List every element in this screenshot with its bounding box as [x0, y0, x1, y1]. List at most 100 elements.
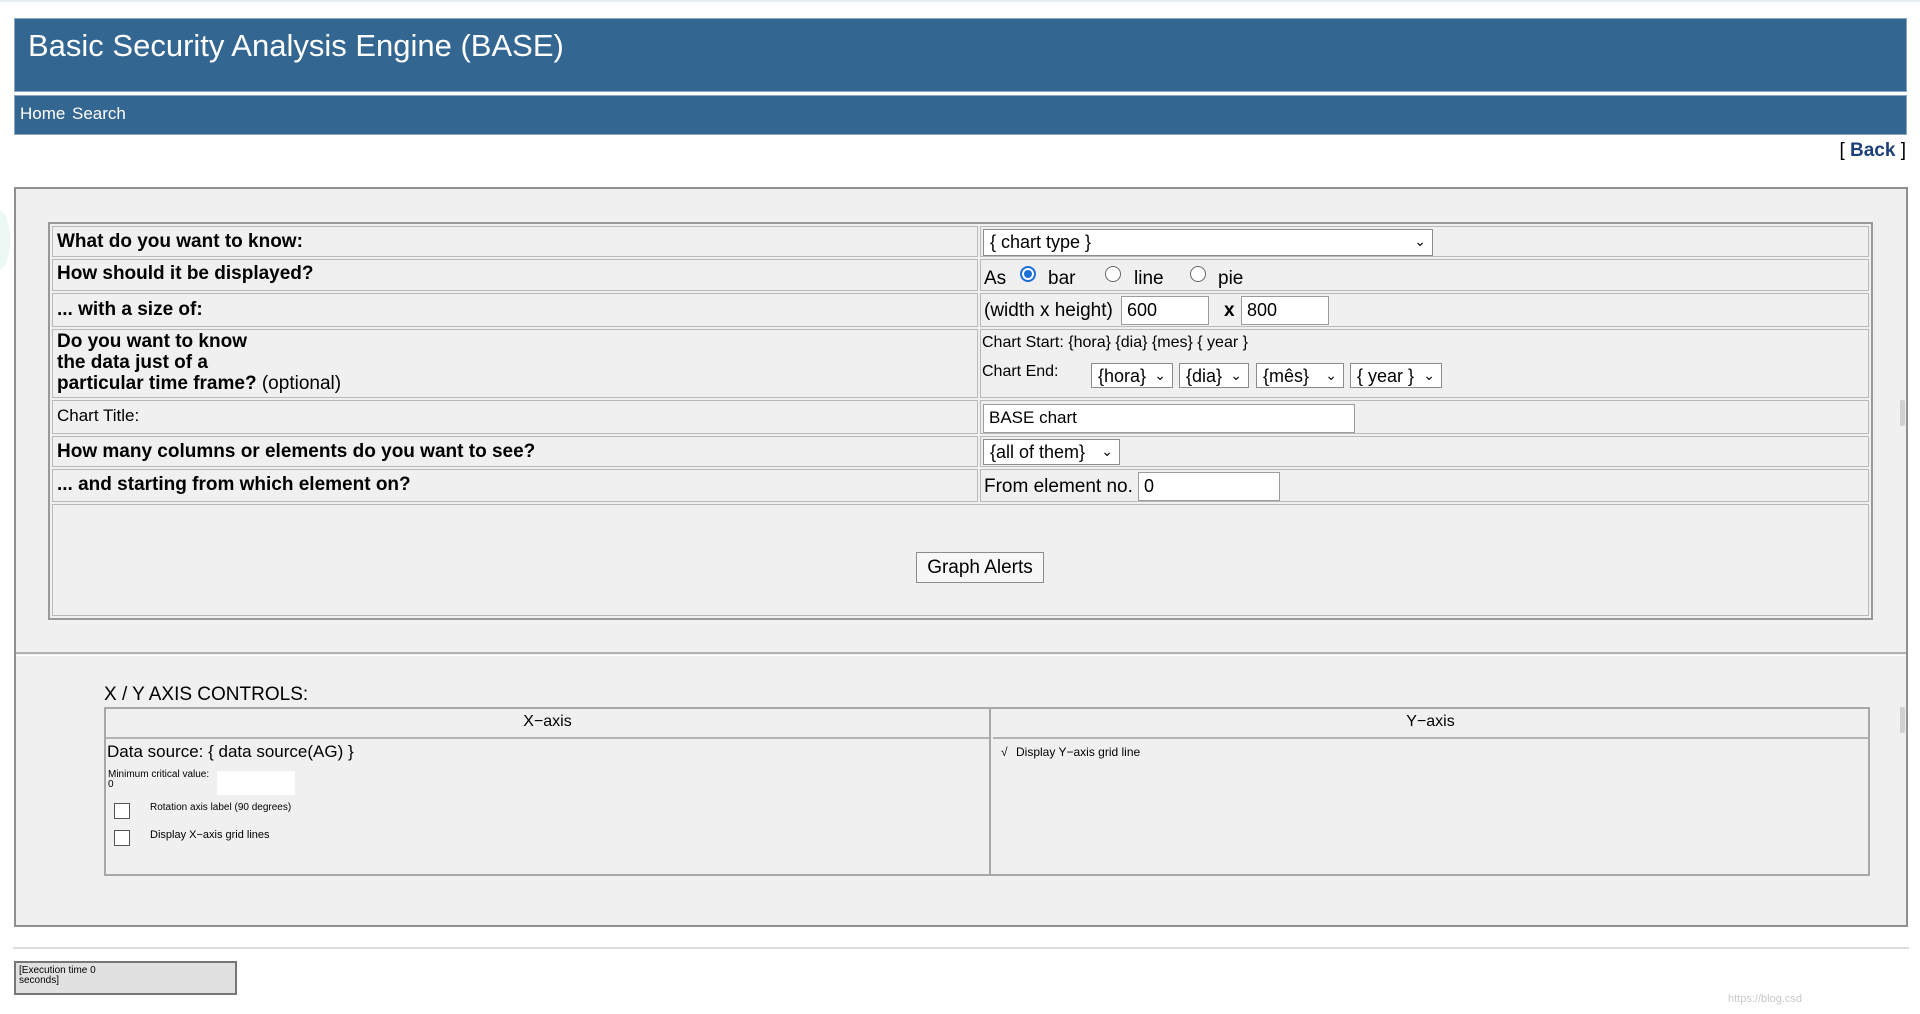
row-size: ... with a size of: (width x height) 600…: [52, 293, 1869, 327]
x-grid-checkbox[interactable]: [114, 830, 130, 846]
chevron-down-icon: ⌄: [1154, 367, 1166, 383]
panel-divider: [16, 652, 1906, 656]
app-title: Basic Security Analysis Engine (BASE): [28, 28, 564, 63]
radio-bar-label: bar: [1048, 268, 1076, 289]
row-value-cell: {all of them} ⌄: [980, 436, 1869, 467]
chart-end-label: Chart End:: [982, 363, 1059, 380]
back-link[interactable]: Back: [1850, 140, 1895, 161]
end-year-select[interactable]: { year } ⌄: [1350, 363, 1442, 388]
radio-line-label: line: [1134, 268, 1164, 289]
end-mes-value: {mês}: [1263, 366, 1310, 386]
row-label-cell: What do you want to know:: [52, 226, 978, 257]
row-chart-title: Chart Title: BASE chart: [52, 400, 1869, 434]
columns-value: {all of them}: [990, 442, 1086, 462]
chevron-down-icon: ⌄: [1414, 233, 1426, 249]
nav-home-link[interactable]: Home: [20, 104, 65, 124]
side-decoration: [0, 210, 10, 270]
row-value-cell: { chart type } ⌄: [980, 226, 1869, 257]
row-start-element: ... and starting from which element on? …: [52, 469, 1869, 502]
q-know-label: What do you want to know:: [57, 231, 303, 252]
min-critical-label: Minimum critical value:: [108, 769, 210, 780]
radio-line[interactable]: [1105, 266, 1121, 282]
chevron-down-icon: ⌄: [1230, 367, 1242, 383]
x-axis-header: X−axis: [106, 709, 989, 739]
back-link-group: [ Back ]: [1839, 140, 1906, 162]
chart-title-label: Chart Title:: [57, 406, 140, 425]
x-axis-column: X−axis Data source: { data source(AG) } …: [106, 709, 991, 874]
q-time-line-2: the data just of a: [57, 352, 208, 373]
end-hora-value: {hora}: [1098, 366, 1147, 386]
chevron-down-icon: ⌄: [1101, 443, 1113, 459]
graph-alerts-button[interactable]: Graph Alerts: [916, 552, 1044, 583]
row-label-cell: Chart Title:: [52, 400, 978, 434]
watermark-text: https://blog.csd: [1728, 993, 1802, 1005]
axis-controls-table: X−axis Data source: { data source(AG) } …: [104, 707, 1870, 876]
chevron-down-icon: ⌄: [1423, 367, 1435, 383]
min-critical-value: 0: [108, 779, 114, 790]
row-label-cell: How many columns or elements do you want…: [52, 436, 978, 467]
chevron-down-icon: ⌄: [1325, 367, 1337, 383]
top-border-line: [0, 0, 1920, 2]
axis-controls-heading: X / Y AXIS CONTROLS:: [104, 684, 309, 705]
row-label-cell: Do you want to know the data just of a p…: [52, 329, 978, 398]
min-critical-input[interactable]: [216, 770, 296, 796]
row-value-cell: As bar line pie: [980, 259, 1869, 291]
rotation-label: Rotation axis label (90 degrees): [150, 802, 292, 813]
data-source-label: Data source: { data source(AG) }: [107, 742, 354, 761]
exec-line-2: seconds]: [19, 975, 60, 986]
row-display: How should it be displayed? As bar line …: [52, 259, 1869, 291]
chart-type-select[interactable]: { chart type } ⌄: [983, 229, 1433, 256]
rotation-checkbox[interactable]: [114, 803, 130, 819]
row-value-cell: From element no. 0: [980, 469, 1869, 502]
optional-note: (optional): [261, 373, 342, 394]
row-label-cell: How should it be displayed?: [52, 259, 978, 291]
row-label-cell: ... with a size of:: [52, 293, 978, 327]
from-element-label: From element no.: [984, 476, 1133, 497]
from-element-input[interactable]: 0: [1138, 472, 1280, 501]
width-input[interactable]: 600: [1121, 296, 1209, 325]
size-label: (width x height): [984, 300, 1113, 321]
row-value-cell: BASE chart: [980, 400, 1869, 434]
execution-time-box: [Execution time 0 seconds]: [14, 961, 237, 995]
y-axis-header: Y−axis: [993, 709, 1868, 739]
row-value-cell: Chart Start: {hora} {dia} {mes} { year }…: [980, 329, 1869, 398]
y-axis-column: Y−axis √ Display Y−axis grid line: [993, 709, 1868, 874]
radio-pie[interactable]: [1190, 266, 1206, 282]
chart-type-value: { chart type }: [990, 232, 1092, 252]
back-bracket-close: ]: [1900, 140, 1906, 161]
submit-cell: Graph Alerts: [52, 504, 1869, 616]
row-time-frame: Do you want to know the data just of a p…: [52, 329, 1869, 398]
as-label: As: [984, 268, 1007, 289]
radio-pie-label: pie: [1218, 268, 1244, 289]
scroll-indicator: [1900, 707, 1905, 733]
scroll-indicator: [1900, 400, 1905, 426]
end-hora-select[interactable]: {hora} ⌄: [1091, 363, 1173, 388]
end-dia-select[interactable]: {dia} ⌄: [1179, 363, 1249, 388]
q-time-line-3: particular time frame?: [57, 373, 257, 394]
row-chart-type: What do you want to know: { chart type }…: [52, 226, 1869, 257]
height-input[interactable]: 800: [1241, 296, 1329, 325]
y-grid-checkmark-icon[interactable]: √: [1001, 745, 1008, 759]
q-start-label: ... and starting from which element on?: [57, 474, 411, 495]
nav-bar: Home Search: [14, 95, 1907, 135]
q-display-label: How should it be displayed?: [57, 263, 314, 284]
chart-form-table: What do you want to know: { chart type }…: [48, 222, 1873, 620]
columns-select[interactable]: {all of them} ⌄: [983, 439, 1120, 465]
size-x-separator: x: [1224, 300, 1235, 321]
q-time-label: Do you want to know the data just of a p…: [57, 331, 341, 394]
radio-bar[interactable]: [1020, 266, 1036, 282]
nav-search-link[interactable]: Search: [72, 104, 126, 124]
y-grid-label: Display Y−axis grid line: [1016, 745, 1141, 759]
row-columns: How many columns or elements do you want…: [52, 436, 1869, 467]
end-year-value: { year }: [1357, 366, 1415, 386]
min-critical-group: Minimum critical value: 0: [108, 770, 209, 790]
x-grid-label: Display X−axis grid lines: [150, 829, 270, 841]
back-bracket-open: [: [1839, 140, 1845, 161]
chart-title-input[interactable]: BASE chart: [983, 404, 1355, 433]
row-submit: Graph Alerts: [52, 504, 1869, 616]
end-dia-value: {dia}: [1186, 366, 1223, 386]
q-size-label: ... with a size of:: [57, 299, 203, 320]
row-label-cell: ... and starting from which element on?: [52, 469, 978, 502]
end-mes-select[interactable]: {mês} ⌄: [1256, 363, 1344, 388]
chart-options-panel: What do you want to know: { chart type }…: [14, 187, 1908, 927]
